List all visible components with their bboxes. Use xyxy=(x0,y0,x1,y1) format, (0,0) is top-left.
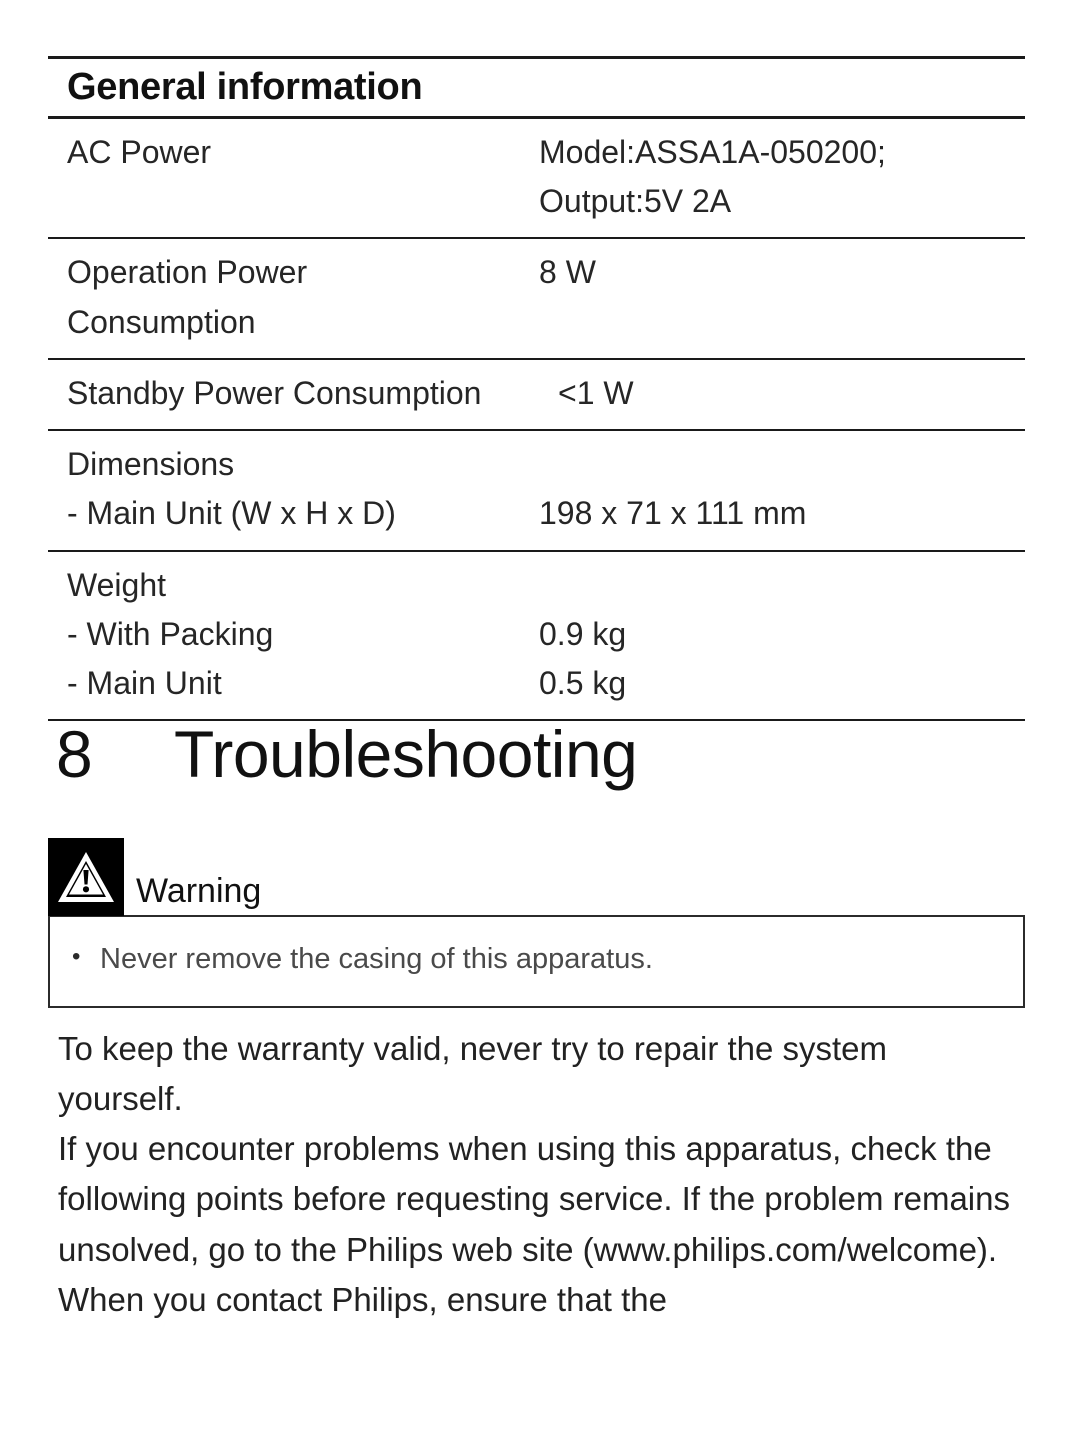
body-text: To keep the warranty valid, never try to… xyxy=(58,1024,1018,1325)
table-row: AC Power Model:ASSA1A-050200; Output:5V … xyxy=(48,119,1025,238)
spec-label: Weight - With Packing - Main Unit xyxy=(67,566,274,702)
spec-value: 8 W xyxy=(539,254,596,291)
paragraph-warranty: To keep the warranty valid, never try to… xyxy=(58,1030,888,1118)
spec-label: AC Power xyxy=(67,133,212,170)
general-information-table: General information AC Power Model:ASSA1… xyxy=(48,56,1025,722)
warning-header: Warning xyxy=(48,838,1025,916)
spec-value: Model:ASSA1A-050200; Output:5V 2A xyxy=(539,133,886,220)
table-row: Standby Power Consumption <1 W xyxy=(48,360,1025,429)
document-page: General information AC Power Model:ASSA1… xyxy=(0,0,1080,1454)
bullet-icon: • xyxy=(72,943,81,970)
spec-value: 0.9 kg 0.5 kg xyxy=(539,615,627,702)
warning-label: Warning xyxy=(136,872,262,910)
chapter-title: Troubleshooting xyxy=(174,717,638,791)
spec-value: <1 W xyxy=(558,374,634,411)
warning-item-text: Never remove the casing of this apparatu… xyxy=(100,943,653,975)
paragraph-troubleshooting-intro: If you encounter problems when using thi… xyxy=(58,1130,1010,1318)
warning-box: • Never remove the casing of this appara… xyxy=(48,915,1025,1008)
spec-label: Dimensions - Main Unit (W x H x D) xyxy=(67,446,396,532)
chapter-number: 8 xyxy=(56,717,93,791)
spec-label: Standby Power Consumption xyxy=(67,374,482,411)
section-heading-general-information: General information xyxy=(67,66,423,108)
spec-label: Operation Power Consumption xyxy=(67,254,308,340)
table-row: Weight - With Packing - Main Unit 0.9 kg… xyxy=(48,552,1025,720)
table-row: Dimensions - Main Unit (W x H x D) 198 x… xyxy=(48,431,1025,550)
chapter-heading: 8 Troubleshooting xyxy=(56,717,638,791)
table-row: Operation Power Consumption 8 W xyxy=(48,239,1025,358)
list-item: • Never remove the casing of this appara… xyxy=(50,939,1023,980)
warning-block: Warning • Never remove the casing of thi… xyxy=(48,838,1025,1008)
spec-value: 198 x 71 x 111 mm xyxy=(539,495,807,532)
warning-triangle-icon xyxy=(48,838,124,916)
